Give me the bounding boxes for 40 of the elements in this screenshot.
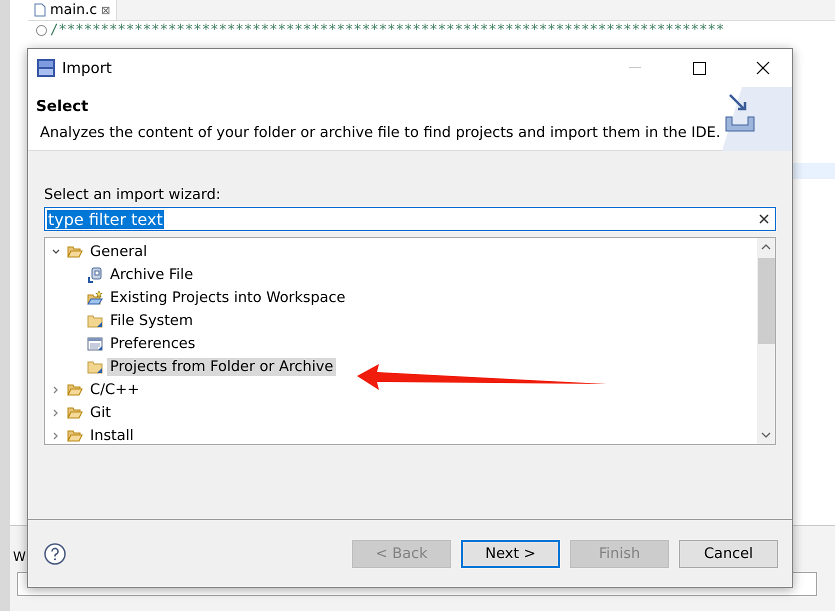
preferences-icon	[87, 336, 103, 352]
tree-item[interactable]: Git	[87, 404, 114, 422]
folder-icon	[87, 358, 103, 374]
close-icon[interactable]: ⊠	[101, 4, 110, 16]
tree-item[interactable]: C/C++	[87, 380, 142, 398]
help-icon[interactable]	[44, 542, 66, 564]
tree-item[interactable]: Preferences	[107, 334, 198, 352]
filter-field[interactable]: type filter text	[44, 207, 776, 231]
tree-item[interactable]: General	[87, 242, 150, 260]
folder-icon	[67, 244, 83, 260]
tree-item[interactable]: Existing Projects into Workspace	[107, 288, 348, 306]
folder-icon	[87, 290, 103, 306]
page-description: Analyzes the content of your folder or archive file to find projects and import them in the IDE.	[39, 125, 722, 141]
tree-item[interactable]: Archive File	[107, 266, 196, 284]
tree-item[interactable]: Install	[87, 426, 137, 444]
wizard-button[interactable]: Next >	[461, 540, 560, 568]
page-title: Select	[36, 97, 90, 115]
folder-icon	[87, 312, 103, 328]
fold-icon[interactable]	[36, 24, 47, 36]
folder-icon	[67, 382, 83, 398]
wizard-label: Select an import wizard:	[44, 187, 222, 203]
app-icon	[36, 58, 56, 78]
window-title: Import	[62, 59, 113, 77]
minimize-icon	[629, 67, 641, 69]
file-icon	[34, 3, 46, 17]
tree-item[interactable]: Projects from Folder or Archive	[107, 358, 336, 376]
tab-label: main.c	[50, 2, 98, 18]
tree-item[interactable]: File System	[107, 312, 196, 330]
close-icon	[756, 61, 770, 75]
archive-icon	[87, 266, 103, 282]
wizard-button[interactable]: Cancel	[679, 540, 778, 568]
folder-icon	[67, 404, 83, 420]
maximize-icon	[692, 62, 706, 74]
code-line: /*******************************************************************************	[50, 22, 724, 38]
editor-tab[interactable]: main.c ⊠	[28, 0, 118, 20]
scrollbar[interactable]	[757, 238, 775, 444]
collapse-icon[interactable]	[51, 246, 61, 256]
view-label: W	[13, 550, 26, 565]
folder-icon	[67, 428, 83, 444]
filter-value: type filter text	[47, 210, 164, 228]
